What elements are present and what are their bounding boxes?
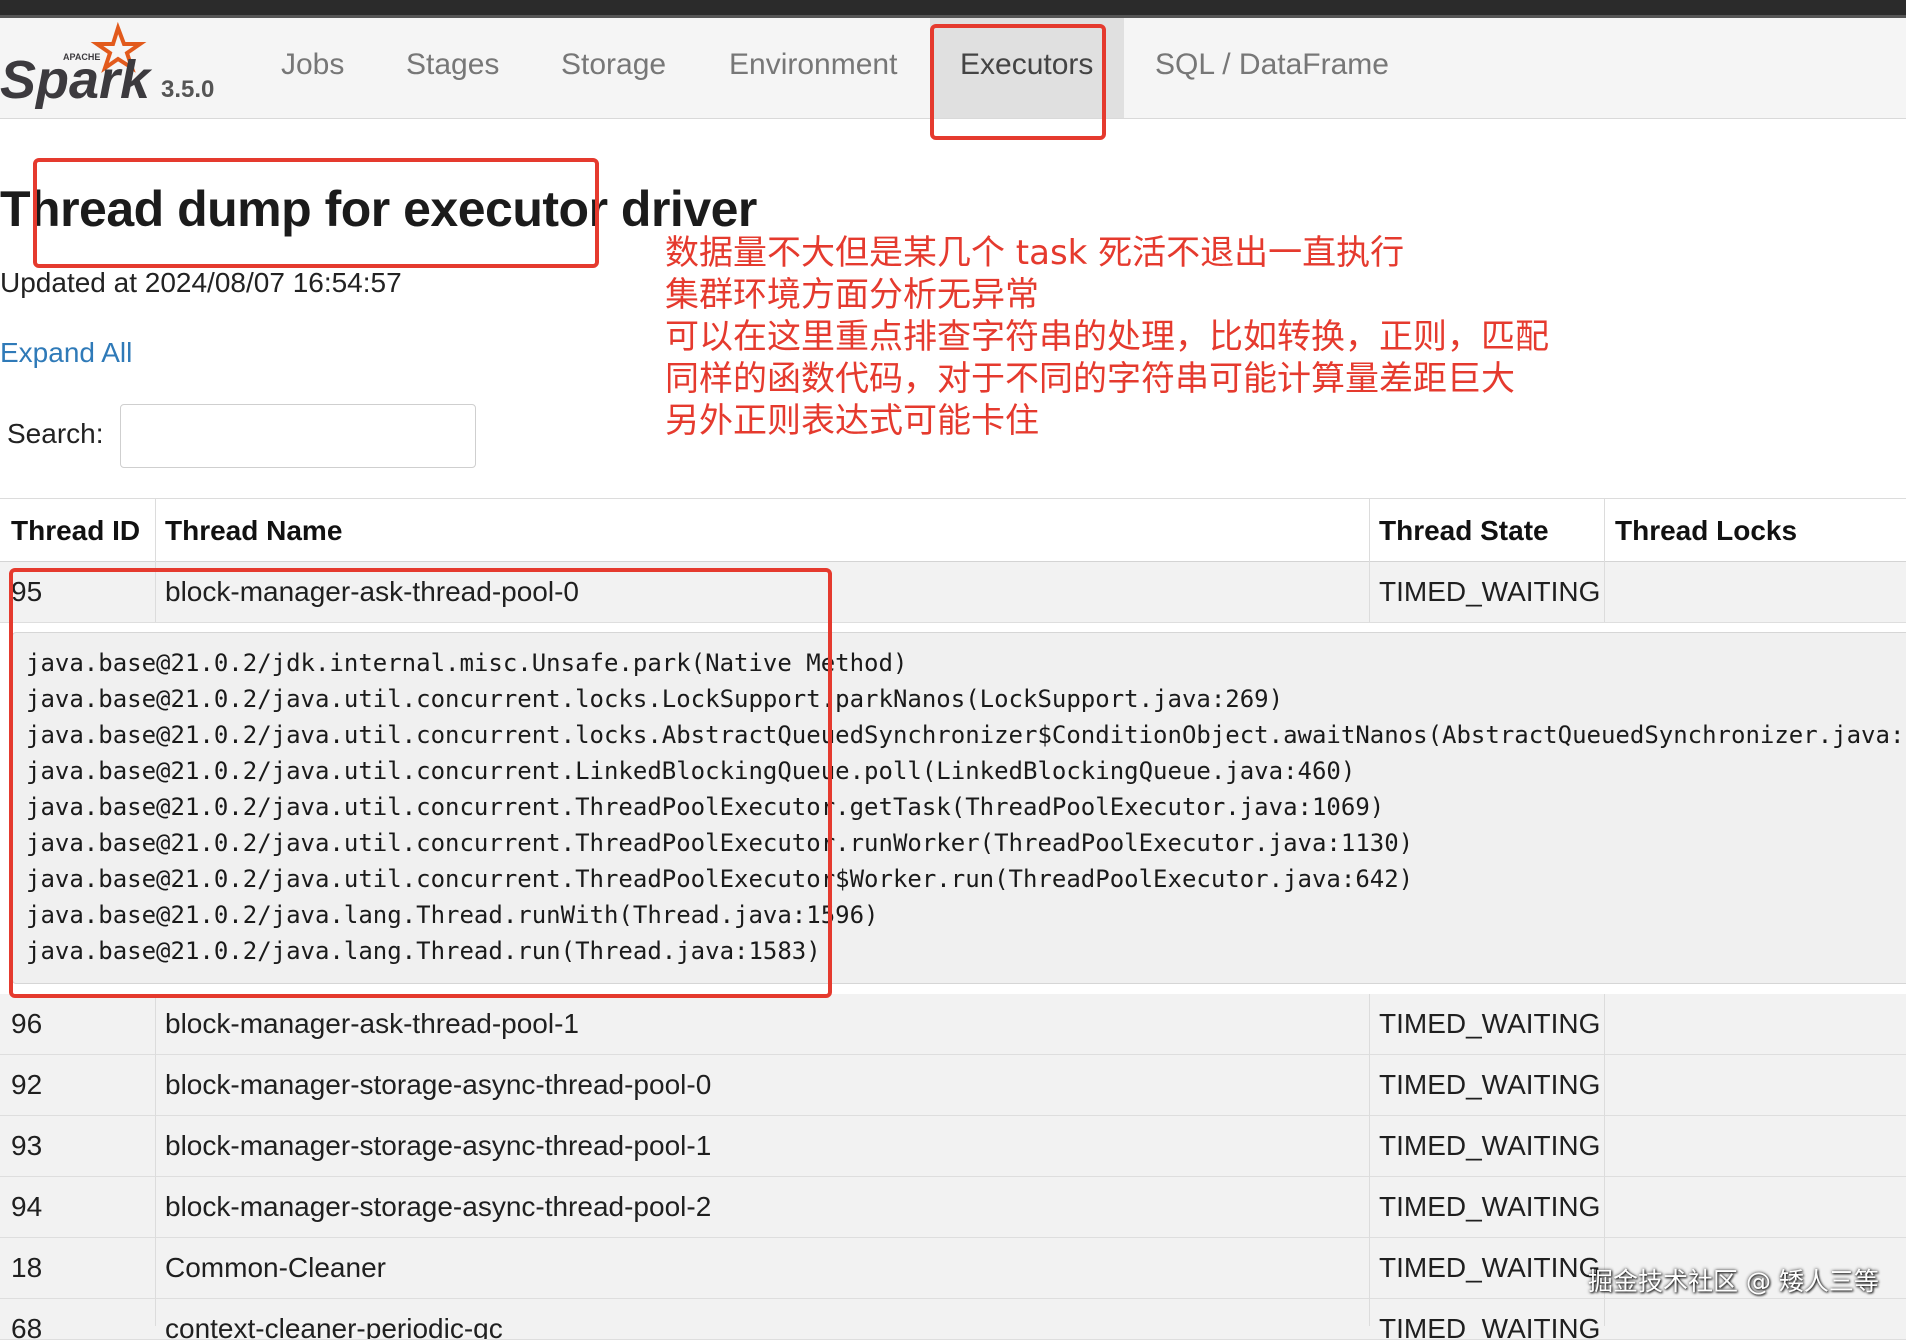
thread-state-cell: TIMED_WAITING xyxy=(1379,576,1601,607)
svg-text:Spark: Spark xyxy=(0,50,153,110)
column-divider xyxy=(1369,498,1370,622)
updated-timestamp: Updated at 2024/08/07 16:54:57 xyxy=(0,267,402,298)
annotation-line: 可以在这里重点排查字符串的处理，比如转换，正则，匹配 xyxy=(665,317,1549,357)
table-row[interactable]: 96 block-manager-ask-thread-pool-1 TIMED… xyxy=(0,994,1906,1055)
search-label: Search: xyxy=(7,418,104,449)
thread-name-cell: block-manager-storage-async-thread-pool-… xyxy=(165,1069,712,1100)
table-row[interactable]: 92 block-manager-storage-async-thread-po… xyxy=(0,1055,1906,1116)
annotation-line: 数据量不大但是某几个 task 死活不退出一直执行 xyxy=(665,233,1405,273)
thread-state-cell: TIMED_WAITING xyxy=(1379,1008,1601,1039)
annotation-line: 集群环境方面分析无异常 xyxy=(665,275,1039,315)
table-row[interactable]: 68 context-cleaner-periodic-gc TIMED_WAI… xyxy=(0,1299,1906,1340)
thread-id-cell: 18 xyxy=(11,1252,43,1283)
thread-name-cell: block-manager-storage-async-thread-pool-… xyxy=(165,1130,712,1161)
column-divider xyxy=(1604,498,1605,622)
thread-state-cell: TIMED_WAITING xyxy=(1379,1252,1601,1283)
annotation-line: 同样的函数代码，对于不同的字符串可能计算量差距巨大 xyxy=(665,359,1515,399)
table-row[interactable]: 93 block-manager-storage-async-thread-po… xyxy=(0,1116,1906,1177)
browser-top-strip xyxy=(0,0,1906,18)
thread-state-cell: TIMED_WAITING xyxy=(1379,1130,1601,1161)
expand-all-link[interactable]: Expand All xyxy=(0,337,132,369)
header-thread-locks[interactable]: Thread Locks xyxy=(1615,515,1797,547)
watermark-text: 掘金技术社区 @ 矮人三等 xyxy=(1588,1267,1879,1296)
thread-state-cell: TIMED_WAITING xyxy=(1379,1191,1601,1222)
header-thread-state[interactable]: Thread State xyxy=(1379,515,1549,547)
table-row[interactable]: 94 block-manager-storage-async-thread-po… xyxy=(0,1177,1906,1238)
nav-environment[interactable]: Environment xyxy=(729,48,897,82)
annotation-box-title xyxy=(33,158,599,268)
search-input[interactable] xyxy=(120,404,476,468)
thread-id-cell: 96 xyxy=(11,1008,43,1039)
header-thread-name[interactable]: Thread Name xyxy=(165,515,342,547)
thread-id-cell: 93 xyxy=(11,1130,43,1161)
thread-name-cell: context-cleaner-periodic-gc xyxy=(165,1313,503,1340)
table-header: Thread ID Thread Name Thread State Threa… xyxy=(0,498,1906,563)
thread-id-cell: 68 xyxy=(11,1313,43,1340)
thread-state-cell: TIMED_WAITING xyxy=(1379,1313,1601,1340)
column-divider xyxy=(1369,994,1370,1326)
annotation-note: 数据量不大但是某几个 task 死活不退出一直执行 集群环境方面分析无异常 可以… xyxy=(665,232,1549,442)
annotation-box-stack-trace xyxy=(9,568,832,998)
nav-jobs[interactable]: Jobs xyxy=(281,48,344,82)
spark-version: 3.5.0 xyxy=(161,76,215,103)
header-thread-id[interactable]: Thread ID xyxy=(11,515,140,547)
nav-sql-dataframe[interactable]: SQL / DataFrame xyxy=(1155,48,1389,82)
thread-name-cell: Common-Cleaner xyxy=(165,1252,386,1283)
nav-stages[interactable]: Stages xyxy=(406,48,499,82)
thread-id-cell: 92 xyxy=(11,1069,43,1100)
column-divider xyxy=(155,994,156,1326)
spark-logo[interactable]: APACHE Spark xyxy=(0,20,160,110)
thread-name-cell: block-manager-storage-async-thread-pool-… xyxy=(165,1191,712,1222)
thread-id-cell: 94 xyxy=(11,1191,43,1222)
thread-state-cell: TIMED_WAITING xyxy=(1379,1069,1601,1100)
nav-storage[interactable]: Storage xyxy=(561,48,666,82)
annotation-line: 另外正则表达式可能卡住 xyxy=(665,401,1039,441)
annotation-box-executors xyxy=(930,24,1106,140)
thread-name-cell: block-manager-ask-thread-pool-1 xyxy=(165,1008,579,1039)
